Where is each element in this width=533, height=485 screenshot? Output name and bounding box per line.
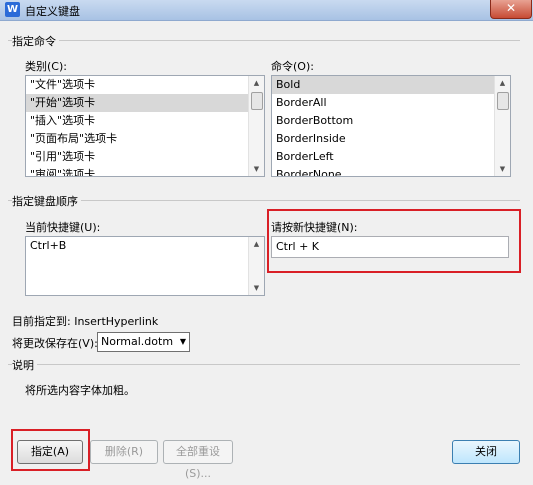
description-group-label: 说明: [12, 357, 37, 373]
list-item[interactable]: BorderBottom: [272, 112, 510, 130]
categories-scrollbar[interactable]: ▲ ▼: [248, 76, 264, 176]
current-keys-label: 当前快捷键(U):: [25, 221, 101, 234]
close-button[interactable]: 关闭: [452, 440, 520, 464]
window-close-button[interactable]: ✕: [490, 0, 532, 19]
list-item[interactable]: BorderAll: [272, 94, 510, 112]
categories-listbox[interactable]: "文件"选项卡 "开始"选项卡 "插入"选项卡 "页面布局"选项卡 "引用"选项卡 "审阅…: [25, 75, 265, 177]
scroll-up-icon[interactable]: ▲: [495, 76, 510, 90]
commands-listbox[interactable]: Bold BorderAll BorderBottom BorderInside Bor…: [271, 75, 511, 177]
title-bar: W 自定义键盘 ✕: [0, 0, 533, 21]
description-divider: [8, 364, 520, 365]
scroll-thumb[interactable]: [251, 92, 263, 110]
app-icon: W: [5, 2, 20, 17]
window-title: 自定义键盘: [25, 5, 80, 18]
current-keys-scrollbar[interactable]: ▲ ▼: [248, 237, 264, 295]
list-item[interactable]: "文件"选项卡: [26, 76, 264, 94]
list-item[interactable]: "插入"选项卡: [26, 112, 264, 130]
assigned-to-text: 目前指定到: InsertHyperlink: [12, 315, 159, 328]
reset-all-button[interactable]: 全部重设(S)...: [163, 440, 233, 480]
scroll-down-icon[interactable]: ▼: [495, 162, 510, 176]
scroll-down-icon[interactable]: ▼: [249, 281, 264, 295]
list-item[interactable]: "引用"选项卡: [26, 148, 264, 166]
save-in-value: Normal.dotm: [101, 335, 174, 348]
list-item[interactable]: BorderNone: [272, 166, 510, 176]
list-item[interactable]: Ctrl+B: [26, 237, 264, 255]
assign-button[interactable]: 指定(A): [17, 440, 83, 464]
chevron-down-icon: ▼: [179, 337, 186, 346]
scroll-down-icon[interactable]: ▼: [249, 162, 264, 176]
key-sequence-divider: [8, 200, 520, 201]
remove-button[interactable]: 删除(R): [90, 440, 158, 464]
save-in-label: 将更改保存在(V):: [12, 337, 98, 350]
key-sequence-group-label: 指定键盘顺序: [12, 193, 81, 209]
new-key-input[interactable]: Ctrl + K: [271, 236, 509, 258]
list-item[interactable]: Bold: [272, 76, 510, 94]
specify-command-divider: [8, 40, 520, 41]
scroll-up-icon[interactable]: ▲: [249, 76, 264, 90]
list-item[interactable]: "页面布局"选项卡: [26, 130, 264, 148]
current-keys-listbox[interactable]: Ctrl+B ▲ ▼: [25, 236, 265, 296]
commands-label: 命令(O):: [271, 60, 314, 73]
list-item[interactable]: BorderInside: [272, 130, 510, 148]
list-item[interactable]: "开始"选项卡: [26, 94, 264, 112]
list-item[interactable]: "审阅"选项卡: [26, 166, 264, 176]
specify-command-group-label: 指定命令: [12, 33, 59, 49]
save-in-select[interactable]: Normal.dotm ▼: [97, 332, 190, 352]
description-text: 将所选内容字体加粗。: [25, 384, 135, 397]
categories-label: 类别(C):: [25, 60, 67, 73]
scroll-up-icon[interactable]: ▲: [249, 237, 264, 251]
scroll-thumb[interactable]: [497, 92, 509, 110]
commands-scrollbar[interactable]: ▲ ▼: [494, 76, 510, 176]
list-item[interactable]: BorderLeft: [272, 148, 510, 166]
new-key-label: 请按新快捷键(N):: [271, 221, 358, 234]
